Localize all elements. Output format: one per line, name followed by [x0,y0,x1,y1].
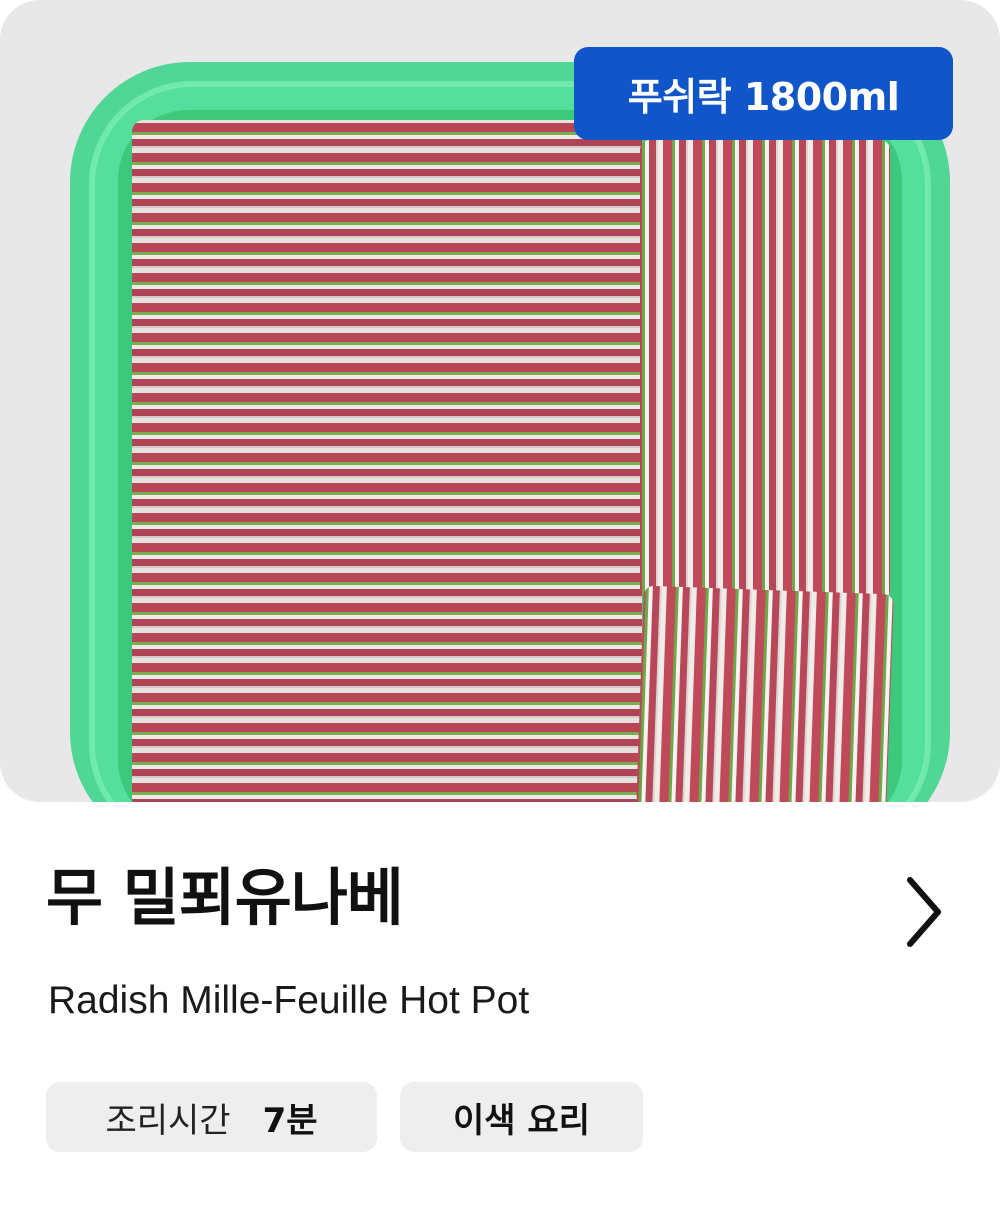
recipe-card[interactable]: 푸쉬락 1800ml 무 밀푀유나베 Radish Mille-Feuille … [0,0,1000,1210]
recipe-subtitle: Radish Mille-Feuille Hot Pot [48,979,530,1022]
chevron-right-icon[interactable] [898,872,948,952]
cook-time-chip: 조리시간 7분 [46,1082,377,1152]
container-size-badge: 푸쉬락 1800ml [574,47,953,140]
recipe-photo[interactable]: 푸쉬락 1800ml [0,0,1000,802]
category-chip[interactable]: 이색 요리 [400,1082,643,1152]
cook-time-value: 7분 [262,1100,318,1141]
cook-time-label: 조리시간 [105,1100,231,1141]
recipe-title[interactable]: 무 밀푀유나베 [46,862,404,934]
